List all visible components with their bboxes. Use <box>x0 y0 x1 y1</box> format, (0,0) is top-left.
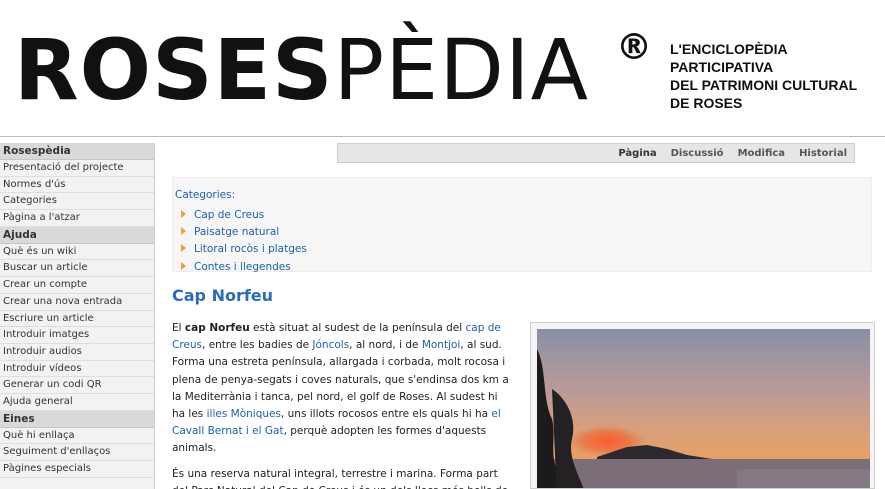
article-paragraph: El cap Norfeu està situat al sudest de l… <box>172 320 512 458</box>
page-title: Cap Norfeu <box>172 286 274 305</box>
sidebar-item-ajuda-general[interactable]: Ajuda general <box>0 394 154 411</box>
bullet-arrow-icon <box>181 227 186 236</box>
sidebar-item-wiki[interactable]: Què és un wiki <box>0 244 154 261</box>
category-item[interactable]: Litoral rocòs i platges <box>181 241 307 258</box>
text-run: , al nord, i de <box>349 339 422 352</box>
tab-modifica[interactable]: Modifica <box>738 148 786 159</box>
categories-list: Cap de Creus Paisatge natural Litoral ro… <box>181 207 307 276</box>
text-run: està situat al sudest de la península de… <box>249 322 466 334</box>
sidebar: Rosespèdia Presentació del projecte Norm… <box>0 143 155 489</box>
bullet-arrow-icon <box>181 244 186 253</box>
tab-discussio[interactable]: Discussió <box>671 148 724 159</box>
article-image-frame[interactable] <box>530 322 875 489</box>
tagline-line: L'ENCICLOPÈDIA <box>670 41 788 57</box>
bullet-arrow-icon <box>181 261 186 270</box>
sidebar-item-buscar[interactable]: Buscar un article <box>0 260 154 278</box>
site-header: ROSESPÈDIA ® L'ENCICLOPÈDIA PARTICIPATIV… <box>0 0 885 136</box>
bullet-arrow-icon <box>181 210 186 218</box>
category-item[interactable]: Cap de Creus <box>181 207 307 224</box>
sidebar-item-nova-entrada[interactable]: Crear una nova entrada <box>0 294 154 311</box>
tab-historial[interactable]: Historial <box>799 148 847 159</box>
sidebar-item-videos[interactable]: Introduir vídeos <box>0 361 154 378</box>
sidebar-item-atzar[interactable]: Pàgina a l'atzar <box>0 210 154 227</box>
sidebar-item-audios[interactable]: Introduir audios <box>0 344 154 361</box>
sidebar-item-categories[interactable]: Categories <box>0 193 154 211</box>
category-item[interactable]: Contes i llegendes <box>181 259 307 276</box>
sidebar-heading-ajuda: Ajuda <box>0 226 154 244</box>
page-tabs: Pàgina Discussió Modifica Historial <box>337 143 855 163</box>
sidebar-heading-eines: Eines <box>0 410 154 428</box>
category-label: Paisatge natural <box>194 226 280 239</box>
category-label: Contes i llegendes <box>194 260 291 273</box>
header-divider <box>0 136 885 137</box>
sidebar-item-especials[interactable]: Pàgines especials <box>0 461 154 478</box>
sidebar-item-imatges[interactable]: Introduir imatges <box>0 327 154 344</box>
sunset-photo <box>537 329 870 488</box>
tab-pagina[interactable]: Pàgina <box>618 148 656 159</box>
sidebar-item-enllaca[interactable]: Què hi enllaça <box>0 428 154 445</box>
site-tagline: L'ENCICLOPÈDIA PARTICIPATIVA DEL PATRIMO… <box>670 40 880 112</box>
sidebar-heading-rosespedia: Rosespèdia <box>0 143 154 160</box>
sidebar-item-normes[interactable]: Normes d'ús <box>0 177 154 194</box>
tagline-line: DEL PATRIMONI CULTURAL <box>670 77 858 93</box>
category-label: Cap de Creus <box>194 209 265 221</box>
categories-box: Categories: Cap de Creus Paisatge natura… <box>172 177 872 273</box>
logo-bold-text: ROSES <box>14 21 334 119</box>
article-body: El cap Norfeu està situat al sudest de l… <box>172 320 512 489</box>
sidebar-item-seguiment[interactable]: Seguiment d'enllaços <box>0 444 154 461</box>
text-run: , entre les badies de <box>202 339 313 352</box>
link-illes-moniques[interactable]: illes Mòniques <box>207 408 281 420</box>
logo-light-text: PÈDIA <box>333 21 590 119</box>
sidebar-item-presentacio[interactable]: Presentació del projecte <box>0 160 154 177</box>
sidebar-item-compte[interactable]: Crear un compte <box>0 277 154 294</box>
site-logo[interactable]: ROSESPÈDIA <box>14 22 589 118</box>
category-item[interactable]: Paisatge natural <box>181 224 307 241</box>
sidebar-item-escriure[interactable]: Escriure un article <box>0 311 154 328</box>
link-montjoi[interactable]: Montjoi <box>422 339 461 351</box>
sidebar-item-qr[interactable]: Generar un codi QR <box>0 377 154 394</box>
bold-term: cap Norfeu <box>184 322 250 334</box>
text-run: El <box>172 322 185 334</box>
text-run: , uns illots rocosos entre els quals hi … <box>280 408 492 421</box>
tagline-line: PARTICIPATIVA <box>670 59 774 75</box>
link-joncols[interactable]: Jóncols <box>312 339 349 351</box>
categories-title[interactable]: Categories: <box>175 189 235 201</box>
tagline-line: DE ROSES <box>670 95 743 111</box>
category-label: Litoral rocòs i platges <box>194 243 307 256</box>
article-paragraph: És una reserva natural integral, terrest… <box>172 467 508 489</box>
registered-mark: ® <box>616 27 652 68</box>
